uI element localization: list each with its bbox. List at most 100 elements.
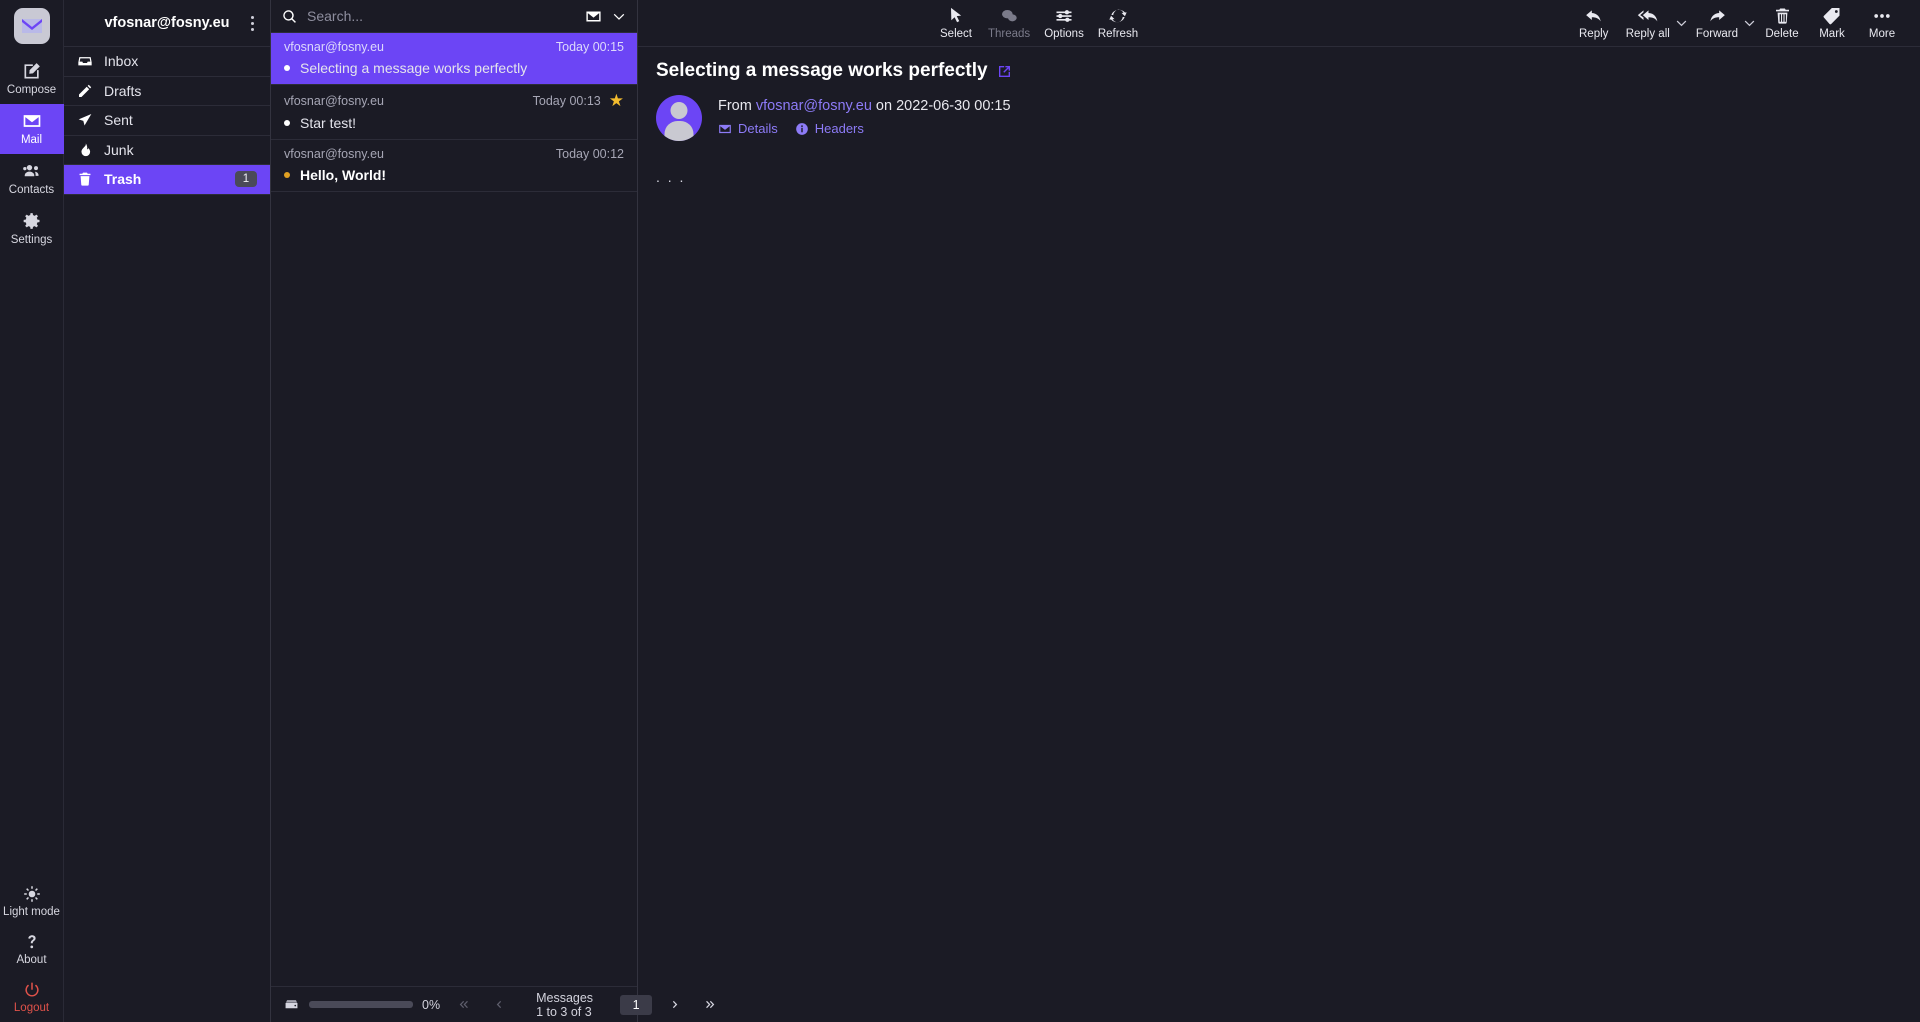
content-pane: Select Threads Options Refresh Reply Rep… <box>638 0 1920 1022</box>
reply-button[interactable]: Reply <box>1570 3 1618 43</box>
folder-label: Sent <box>104 112 133 129</box>
mail-app: Compose Mail Contacts Settings Light mod… <box>0 0 1920 1022</box>
search-bar <box>271 0 637 33</box>
folder-item-drafts[interactable]: Drafts <box>64 77 270 106</box>
from-prefix: From <box>718 98 752 114</box>
search-dropdown-chevron-down-icon[interactable] <box>612 9 626 23</box>
rail-item-label: About <box>16 954 47 966</box>
select-button[interactable]: Select <box>932 3 980 43</box>
message-list-item[interactable]: vfosnar@fosny.eu Today 00:15 Selecting a… <box>271 33 637 85</box>
message-subject: Star test! <box>300 115 357 131</box>
message-subject: Selecting a message works perfectly <box>300 60 528 76</box>
message-status-dot-icon[interactable] <box>284 120 290 126</box>
message-star-icon[interactable]: ★ <box>609 92 624 109</box>
rail-item-label: Light mode <box>3 906 60 918</box>
search-input[interactable] <box>307 8 575 24</box>
quota-indicator: 0% <box>271 997 452 1012</box>
account-options-kebab-icon[interactable] <box>243 12 261 34</box>
rail-item-settings[interactable]: Settings <box>0 204 64 254</box>
folder-item-sent[interactable]: Sent <box>64 106 270 136</box>
preview-meta: From vfosnar@fosny.eu on 2022-06-30 00:1… <box>718 95 1011 141</box>
info-icon <box>795 122 809 136</box>
toolbar-label: Reply all <box>1625 28 1670 40</box>
message-list-item[interactable]: vfosnar@fosny.eu Today 00:12 Hello, Worl… <box>271 140 637 192</box>
reply-all-dropdown-chevron-down-icon[interactable] <box>1676 20 1688 28</box>
account-email: vfosnar@fosny.eu <box>104 15 230 31</box>
toolbar-label: More <box>1868 28 1896 40</box>
folder-sidebar: vfosnar@fosny.eu Inbox Drafts Sent Junk … <box>64 0 271 1022</box>
threads-button[interactable]: Threads <box>982 3 1036 43</box>
quota-bar <box>309 1001 413 1008</box>
toolbar-label: Delete <box>1765 28 1799 40</box>
details-link[interactable]: Details <box>718 121 778 136</box>
folder-item-inbox[interactable]: Inbox <box>64 47 270 77</box>
rail-item-logout[interactable]: Logout <box>0 974 64 1022</box>
message-unread-dot-icon[interactable] <box>284 172 290 178</box>
toolbar-label: Forward <box>1695 28 1738 40</box>
list-footer: 0% Messages 1 to 3 of 3 <box>271 986 715 1022</box>
search-scope-envelope-icon[interactable] <box>585 8 602 25</box>
folder-item-trash[interactable]: Trash 1 <box>64 165 270 195</box>
first-page-button[interactable] <box>452 996 475 1013</box>
folder-unread-count: 1 <box>235 171 257 188</box>
rail-item-label: Settings <box>10 234 53 246</box>
preview-links: Details Headers <box>718 121 1011 136</box>
preview-from-line: From vfosnar@fosny.eu on 2022-06-30 00:1… <box>718 98 1011 114</box>
account-header: vfosnar@fosny.eu <box>64 0 270 47</box>
message-list-column: vfosnar@fosny.eu Today 00:15 Selecting a… <box>271 0 715 1022</box>
send-icon <box>77 112 93 128</box>
from-date: on 2022-06-30 00:15 <box>875 98 1011 114</box>
forward-dropdown-chevron-down-icon[interactable] <box>1744 20 1756 28</box>
rail-item-about[interactable]: About <box>0 926 64 974</box>
mail-logo-icon <box>13 8 50 44</box>
message-list-item[interactable]: vfosnar@fosny.eu Today 00:13 ★ Star test… <box>271 85 637 140</box>
from-address[interactable]: vfosnar@fosny.eu <box>756 98 872 114</box>
details-label: Details <box>738 121 778 136</box>
rail-item-compose[interactable]: Compose <box>0 54 64 104</box>
options-button[interactable]: Options <box>1038 3 1090 43</box>
folder-label: Junk <box>104 141 134 158</box>
message-body: . . . <box>656 169 686 185</box>
avatar <box>656 95 702 141</box>
toolbar-label: Options <box>1044 28 1084 40</box>
reply-all-button[interactable]: Reply all <box>1620 3 1676 43</box>
quota-percent: 0% <box>422 997 441 1012</box>
delete-button[interactable]: Delete <box>1758 3 1806 43</box>
folder-label: Inbox <box>104 53 139 70</box>
message-sender: vfosnar@fosny.eu <box>284 40 385 54</box>
message-sender: vfosnar@fosny.eu <box>284 93 385 108</box>
message-status-dot-icon[interactable] <box>284 65 290 71</box>
rail-item-mail[interactable]: Mail <box>0 104 64 154</box>
toolbar-left-group: Select Threads Options Refresh <box>932 3 1144 43</box>
folder-label: Trash <box>104 171 142 188</box>
folder-label: Drafts <box>104 82 142 99</box>
inbox-icon <box>77 53 93 69</box>
rail-item-label: Compose <box>6 84 57 96</box>
pencil-icon <box>77 83 93 99</box>
pagination-status: Messages 1 to 3 of 3 <box>536 990 594 1019</box>
rail-item-light-mode[interactable]: Light mode <box>0 878 64 926</box>
rail-item-label: Mail <box>20 134 43 146</box>
refresh-button[interactable]: Refresh <box>1092 3 1144 43</box>
message-preview: Selecting a message works perfectly From… <box>638 47 1920 1022</box>
disk-icon <box>283 997 300 1012</box>
forward-button[interactable]: Forward <box>1690 3 1744 43</box>
toolbar-right-group: Reply Reply all Forward Delete Mark More <box>1570 3 1906 43</box>
envelope-icon <box>718 122 732 136</box>
trash-icon <box>77 171 93 187</box>
rail-item-label: Contacts <box>8 184 55 196</box>
preview-subject-row: Selecting a message works perfectly <box>656 60 1902 82</box>
message-date: Today 00:12 <box>555 147 624 161</box>
previous-page-button[interactable] <box>488 996 509 1013</box>
headers-link[interactable]: Headers <box>795 121 864 136</box>
mark-button[interactable]: Mark <box>1808 3 1856 43</box>
folder-item-junk[interactable]: Junk <box>64 136 270 165</box>
toolbar-label: Threads <box>988 28 1031 40</box>
rail-item-label: Logout <box>13 1002 50 1014</box>
search-icon <box>282 9 297 24</box>
preview-header: From vfosnar@fosny.eu on 2022-06-30 00:1… <box>656 95 1902 141</box>
rail-item-contacts[interactable]: Contacts <box>0 154 64 204</box>
open-external-icon[interactable] <box>997 64 1012 79</box>
message-date: Today 00:13 <box>532 93 601 108</box>
more-button[interactable]: More <box>1858 3 1906 43</box>
